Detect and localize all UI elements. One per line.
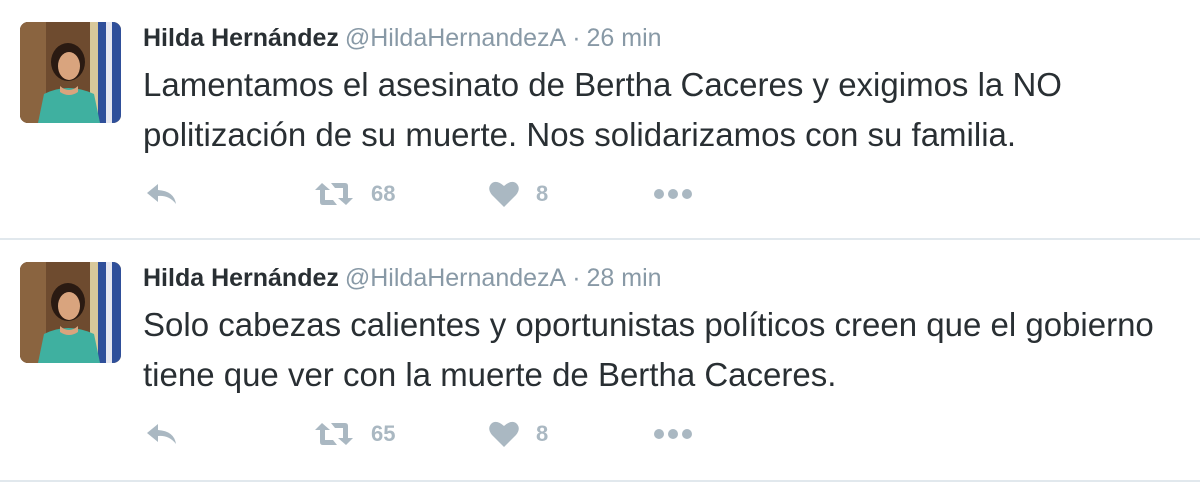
heart-icon: [488, 420, 520, 448]
avatar[interactable]: [20, 262, 121, 363]
retweet-count: 65: [371, 421, 396, 446]
like-button[interactable]: 8: [488, 416, 548, 452]
retweet-button[interactable]: 68: [313, 176, 395, 212]
retweet-icon: [313, 421, 355, 447]
separator-dot: ·: [572, 24, 581, 52]
heart-icon: [488, 180, 520, 208]
tweet-timestamp[interactable]: 26 min: [587, 24, 662, 52]
reply-button[interactable]: [145, 176, 179, 212]
like-button[interactable]: 8: [488, 176, 548, 212]
tweet-timeline: Hilda Hernández @HildaHernandezA · 26 min L…: [0, 0, 1200, 482]
more-dots-icon: [653, 188, 693, 200]
author-handle[interactable]: @HildaHernandezA: [345, 24, 566, 52]
tweet-text: Lamentamos el asesinato de Bertha Cacere…: [143, 66, 1062, 153]
retweet-button[interactable]: 65: [313, 416, 395, 452]
tweet[interactable]: Hilda Hernández @HildaHernandezA · 26 min L…: [0, 0, 1200, 240]
tweet[interactable]: Hilda Hernández @HildaHernandezA · 28 min S…: [0, 240, 1200, 482]
separator-dot: ·: [572, 264, 581, 292]
avatar[interactable]: [20, 22, 121, 123]
tweet-header: Hilda Hernández @HildaHernandezA · 26 min: [143, 22, 662, 54]
author-handle[interactable]: @HildaHernandezA: [345, 264, 566, 292]
tweet-actions: 65 8: [143, 416, 743, 452]
reply-button[interactable]: [145, 416, 179, 452]
retweet-icon: [313, 181, 355, 207]
author-name[interactable]: Hilda Hernández: [143, 24, 339, 52]
retweet-count: 68: [371, 181, 396, 206]
tweet-header: Hilda Hernández @HildaHernandezA · 28 min: [143, 262, 662, 294]
like-count: 8: [536, 421, 549, 446]
like-count: 8: [536, 181, 549, 206]
reply-arrow-icon: [145, 421, 179, 447]
tweet-actions: 68 8: [143, 176, 743, 212]
tweet-text: Solo cabezas calientes y oportunistas po…: [143, 306, 1154, 393]
more-button[interactable]: [653, 416, 693, 452]
more-dots-icon: [653, 428, 693, 440]
tweet-timestamp[interactable]: 28 min: [587, 264, 662, 292]
author-name[interactable]: Hilda Hernández: [143, 264, 339, 292]
more-button[interactable]: [653, 176, 693, 212]
reply-arrow-icon: [145, 181, 179, 207]
